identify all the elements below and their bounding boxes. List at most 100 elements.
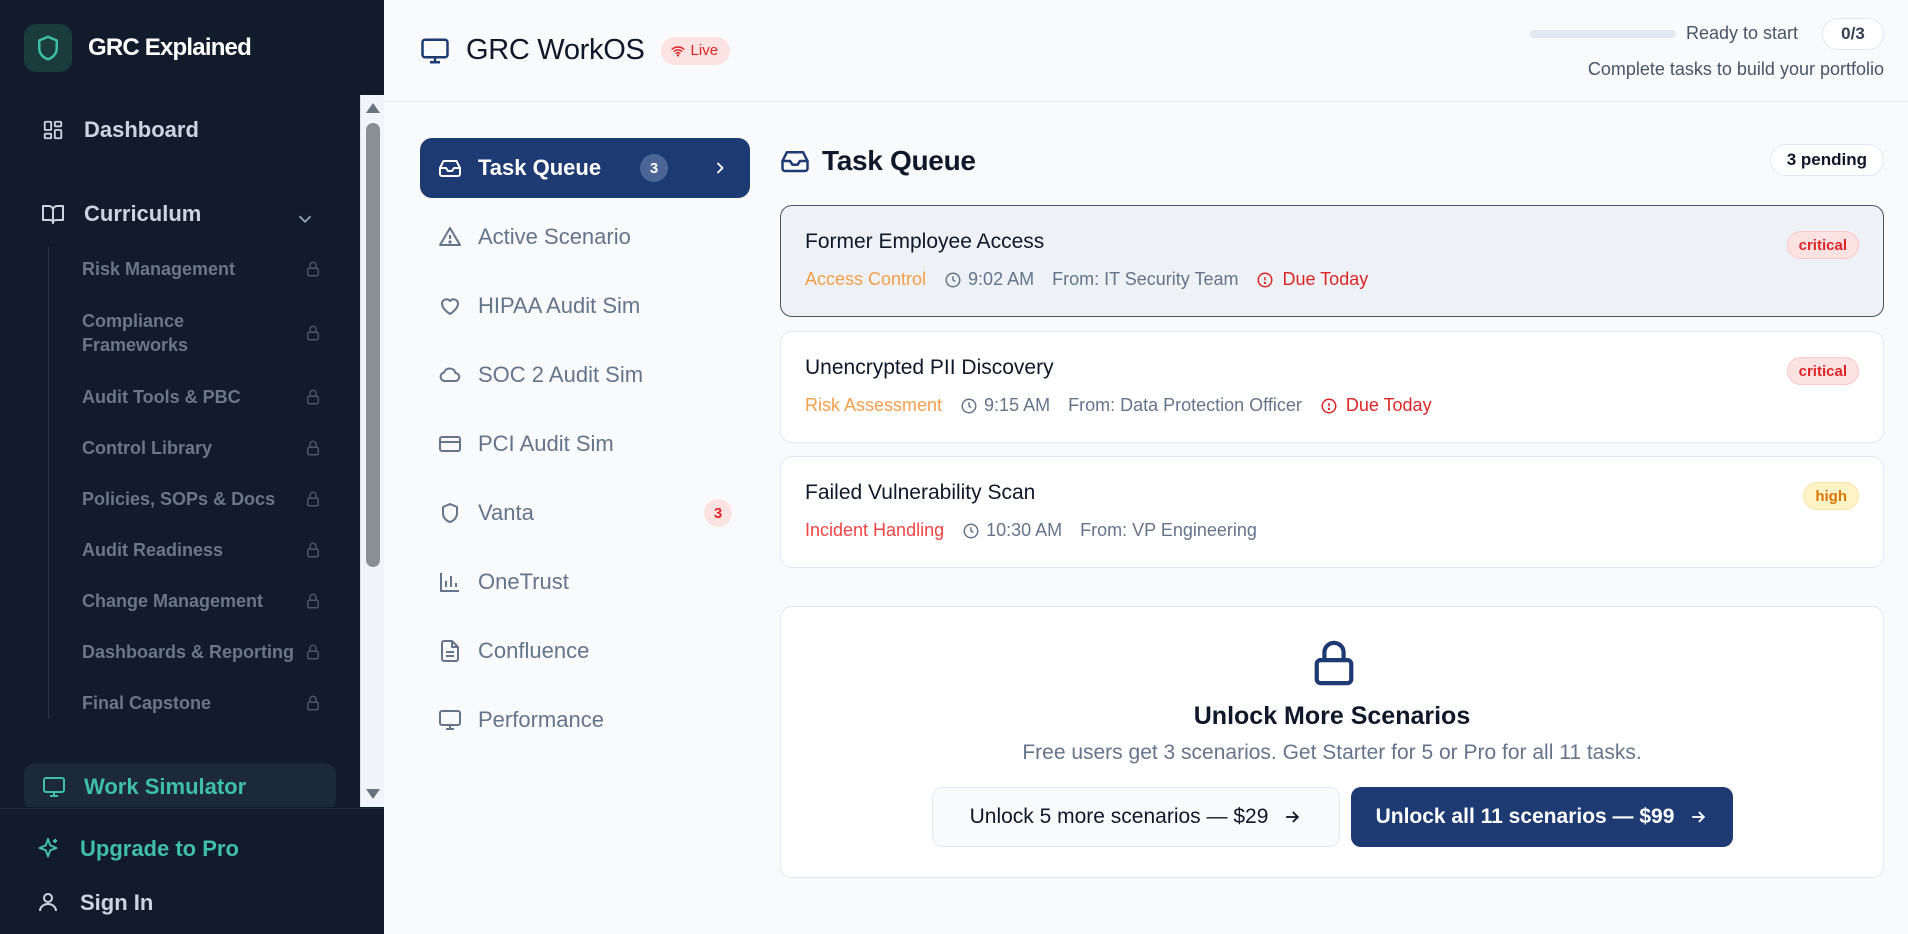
module-task-queue[interactable]: Task Queue 3 (420, 138, 750, 198)
live-badge: Live (660, 36, 731, 65)
user-icon (36, 890, 62, 916)
module-label: Vanta (478, 500, 534, 525)
task-time: 9:15 AM (960, 395, 1050, 416)
main-title: Task Queue (822, 145, 976, 176)
curriculum-item-final-capstone[interactable]: Final Capstone (82, 691, 332, 715)
module-label: SOC 2 Audit Sim (478, 362, 644, 387)
chevron-down-icon[interactable] (294, 208, 316, 230)
lock-icon (307, 440, 319, 456)
nav-work-simulator-label: Work Simulator (84, 774, 247, 799)
inbox-icon (438, 156, 462, 180)
nav-curriculum[interactable]: Curriculum (40, 201, 201, 227)
module-count-badge: 3 (704, 499, 732, 527)
scrollbar-thumb[interactable] (366, 123, 380, 567)
lock-icon (307, 593, 319, 609)
curriculum-item-label: Final Capstone (82, 693, 212, 713)
app-title: GRC WorkOS (466, 34, 645, 66)
module-performance[interactable]: Performance (420, 690, 750, 750)
curriculum-item-change-management[interactable]: Change Management (82, 589, 332, 613)
upgrade-to-pro-link[interactable]: Upgrade to Pro (36, 836, 239, 862)
sidebar-nav: Dashboard Curriculum Risk Management Com… (0, 95, 384, 807)
module-active-scenario[interactable]: Active Scenario (420, 207, 750, 267)
progress-bar (1530, 30, 1676, 38)
curriculum-item-label: Compliance Frameworks (82, 311, 189, 355)
nav-dashboard-label: Dashboard (84, 117, 199, 142)
unlock-title: Unlock More Scenarios (1193, 702, 1471, 730)
alert-circle-icon (1320, 397, 1338, 415)
progress-count: 0/3 (1822, 18, 1884, 50)
file-text-icon (438, 639, 462, 663)
scroll-down-arrow-icon[interactable] (366, 789, 380, 799)
unlock-pro-button[interactable]: Unlock all 11 scenarios — $99 (1351, 787, 1733, 847)
curriculum-item-label: Policies, SOPs & Docs (82, 489, 276, 509)
module-hipaa-audit-sim[interactable]: HIPAA Audit Sim (420, 276, 750, 336)
chevron-right-icon (710, 158, 730, 178)
curriculum-item-control-library[interactable]: Control Library (82, 436, 332, 460)
task-meta: Access Control 9:02 AM From: IT Security… (805, 269, 1368, 290)
unlock-starter-label: Unlock 5 more scenarios — $29 (969, 805, 1269, 828)
curriculum-item-audit-tools[interactable]: Audit Tools & PBC (82, 385, 332, 409)
upgrade-label: Upgrade to Pro (80, 836, 239, 861)
module-label: Active Scenario (478, 224, 631, 249)
curriculum-item-audit-readiness[interactable]: Audit Readiness (82, 538, 332, 562)
scroll-up-arrow-icon[interactable] (366, 103, 380, 113)
sparkles-icon (36, 836, 62, 862)
lock-icon (307, 261, 319, 277)
curriculum-item-risk-management[interactable]: Risk Management (82, 257, 332, 281)
task-card[interactable]: Unencrypted PII Discovery Risk Assessmen… (780, 331, 1884, 443)
tree-line (48, 247, 49, 719)
task-meta: Risk Assessment 9:15 AM From: Data Prote… (805, 395, 1432, 416)
priority-badge: high (1803, 482, 1859, 510)
monitor-icon (42, 775, 66, 799)
task-category: Incident Handling (805, 520, 945, 540)
module-onetrust[interactable]: OneTrust (420, 552, 750, 612)
shield-icon (438, 501, 462, 525)
nav-work-simulator[interactable]: Work Simulator (24, 763, 336, 807)
module-vanta[interactable]: Vanta 3 (420, 483, 750, 543)
curriculum-item-label: Audit Tools & PBC (82, 387, 241, 407)
progress-subtitle: Complete tasks to build your portfolio (1587, 59, 1884, 79)
module-pci-audit-sim[interactable]: PCI Audit Sim (420, 414, 750, 474)
task-due-label: Due Today (1345, 395, 1432, 415)
nav-curriculum-label: Curriculum (84, 201, 202, 226)
alert-triangle-icon (438, 225, 462, 249)
module-label: HIPAA Audit Sim (478, 293, 641, 318)
nav-dashboard[interactable]: Dashboard (40, 117, 199, 143)
clock-icon (960, 397, 978, 415)
task-card[interactable]: Former Employee Access Access Control 9:… (780, 205, 1884, 317)
task-due-label: Due Today (1282, 269, 1369, 289)
sidebar-footer: Upgrade to Pro Sign In (0, 808, 384, 934)
lock-icon (1314, 640, 1354, 686)
wifi-icon (670, 44, 685, 58)
curriculum-item-label: Change Management (82, 591, 264, 611)
monitor-icon (438, 708, 462, 732)
module-label: Task Queue (478, 155, 602, 180)
module-soc2-audit-sim[interactable]: SOC 2 Audit Sim (420, 345, 750, 405)
curriculum-item-label: Audit Readiness (82, 540, 224, 560)
module-label: Performance (478, 707, 604, 732)
priority-badge: critical (1786, 357, 1859, 385)
curriculum-item-compliance-frameworks[interactable]: Compliance Frameworks (82, 309, 332, 357)
curriculum-item-policies[interactable]: Policies, SOPs & Docs (82, 487, 332, 511)
sidebar-scrollbar[interactable] (360, 95, 384, 807)
sign-in-link[interactable]: Sign In (36, 890, 153, 916)
unlock-subtitle: Free users get 3 scenarios. Get Starter … (1022, 741, 1642, 764)
task-category: Access Control (805, 269, 927, 289)
task-due: Due Today (1256, 269, 1368, 290)
clock-icon (962, 522, 980, 540)
task-from: From: IT Security Team (1052, 269, 1239, 289)
inbox-icon (780, 146, 810, 176)
curriculum-item-label: Risk Management (82, 259, 236, 279)
task-category: Risk Assessment (805, 395, 943, 415)
brand[interactable]: GRC Explained (24, 24, 252, 72)
curriculum-item-dashboards-reporting[interactable]: Dashboards & Reporting (82, 640, 332, 664)
task-card[interactable]: Failed Vulnerability Scan Incident Handl… (780, 456, 1884, 568)
task-title: Unencrypted PII Discovery (805, 356, 1054, 379)
unlock-starter-button[interactable]: Unlock 5 more scenarios — $29 (932, 787, 1340, 847)
curriculum-item-label: Dashboards & Reporting (82, 642, 295, 662)
task-time-label: 9:02 AM (968, 269, 1035, 289)
progress-status: Ready to start (1686, 23, 1799, 43)
book-open-icon (40, 201, 66, 227)
arrow-right-icon (1688, 807, 1708, 827)
module-confluence[interactable]: Confluence (420, 621, 750, 681)
